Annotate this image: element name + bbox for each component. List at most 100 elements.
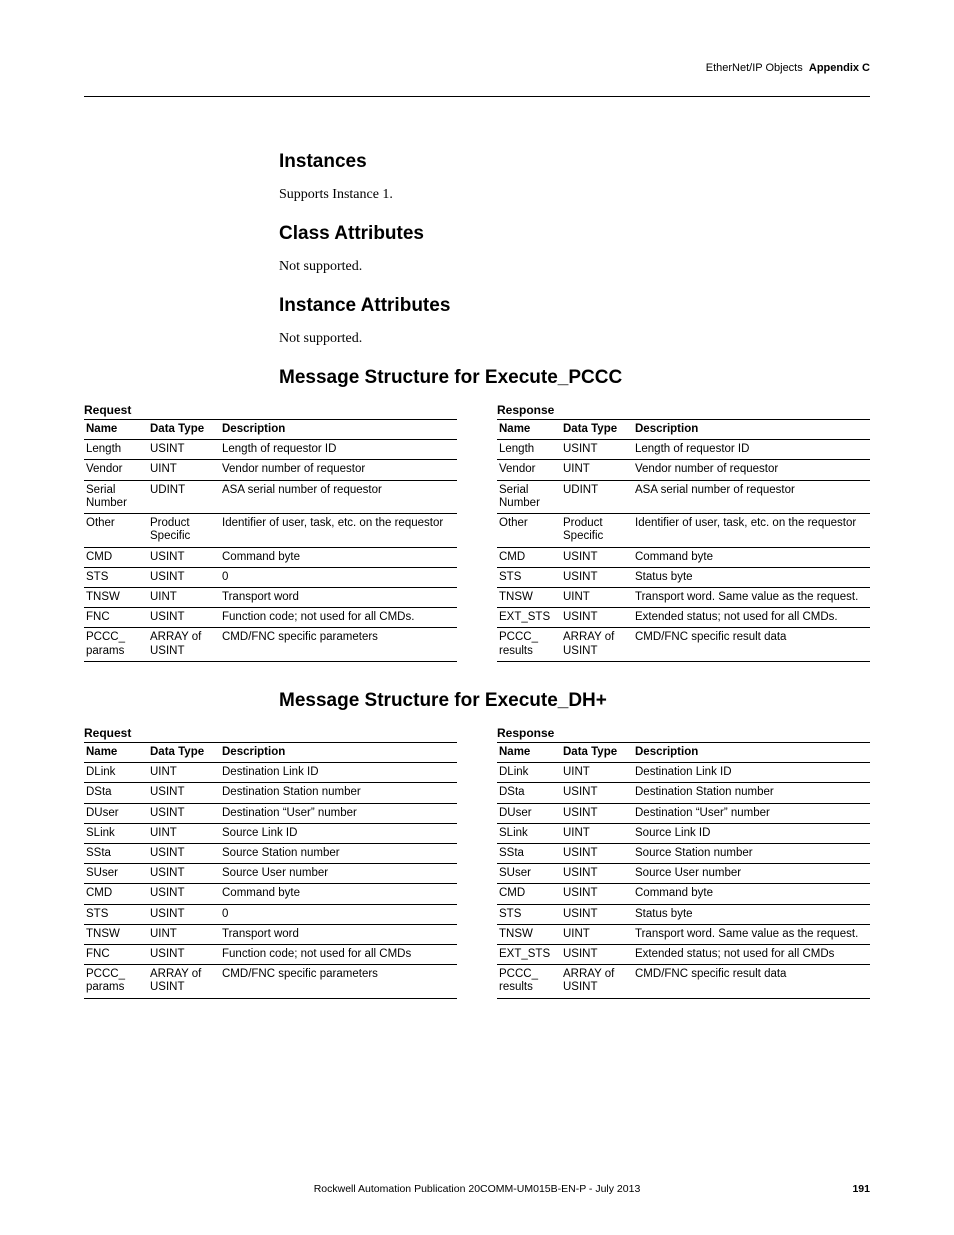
footer: Rockwell Automation Publication 20COMM-U… (84, 1183, 870, 1195)
th-name: Name (84, 742, 148, 762)
heading-instance-attributes: Instance Attributes (279, 295, 870, 317)
table-cell: Source User number (220, 864, 457, 884)
table-cell: Product Specific (148, 514, 220, 547)
table-cell: Destination “User” number (220, 803, 457, 823)
table-cell: DUser (497, 803, 561, 823)
table-row: FNCUSINTFunction code; not used for all … (84, 608, 457, 628)
table-cell: USINT (148, 843, 220, 863)
table-cell: Vendor (84, 460, 148, 480)
table-cell: SLink (84, 823, 148, 843)
table-cell: ASA serial number of requestor (220, 480, 457, 513)
table-cell: Destination Link ID (220, 763, 457, 783)
table-cell: SSta (497, 843, 561, 863)
table-cell: CMD/FNC specific result data (633, 965, 870, 998)
table-cell: PCCC_ results (497, 628, 561, 661)
running-header: EtherNet/IP Objects Appendix C (84, 62, 870, 74)
table-cell: USINT (561, 843, 633, 863)
heading-msg-dh: Message Structure for Execute_DH+ (279, 690, 870, 712)
table-cell: UINT (561, 587, 633, 607)
table-cell: SLink (497, 823, 561, 843)
table-cell: ARRAY of USINT (561, 628, 633, 661)
table-cell: DUser (84, 803, 148, 823)
table-cell: Destination Station number (633, 783, 870, 803)
table-row: FNCUSINTFunction code; not used for all … (84, 945, 457, 965)
table-row: LengthUSINTLength of requestor ID (497, 440, 870, 460)
th-datatype: Data Type (148, 420, 220, 440)
th-name: Name (497, 742, 561, 762)
table-cell: UINT (148, 587, 220, 607)
table-cell: UINT (148, 460, 220, 480)
table-cell: CMD (497, 547, 561, 567)
table-cell: 0 (220, 904, 457, 924)
table-cell: Vendor number of requestor (633, 460, 870, 480)
table-row: SStaUSINTSource Station number (497, 843, 870, 863)
table-cell: FNC (84, 608, 148, 628)
table-cell: USINT (561, 904, 633, 924)
table-row: SStaUSINTSource Station number (84, 843, 457, 863)
table-cell: Vendor number of requestor (220, 460, 457, 480)
table-cell: STS (497, 904, 561, 924)
table-cell: Serial Number (497, 480, 561, 513)
table-cell: Status byte (633, 567, 870, 587)
th-name: Name (497, 420, 561, 440)
table-row: CMDUSINTCommand byte (84, 884, 457, 904)
table-cell: UDINT (148, 480, 220, 513)
table-cell: ARRAY of USINT (561, 965, 633, 998)
table-cell: CMD/FNC specific parameters (220, 628, 457, 661)
header-rule (84, 96, 870, 97)
th-description: Description (220, 420, 457, 440)
body-instances: Supports Instance 1. (279, 187, 870, 203)
table-cell: EXT_STS (497, 945, 561, 965)
table-cell: DSta (497, 783, 561, 803)
table-cell: Command byte (220, 547, 457, 567)
table-cell: USINT (561, 783, 633, 803)
pccc-response-title: Response (497, 403, 870, 419)
table-row: DLinkUINTDestination Link ID (497, 763, 870, 783)
table-cell: Source User number (633, 864, 870, 884)
table-row: CMDUSINTCommand byte (84, 547, 457, 567)
table-cell: UINT (148, 763, 220, 783)
table-cell: FNC (84, 945, 148, 965)
table-row: STSUSINTStatus byte (497, 567, 870, 587)
table-cell: USINT (148, 783, 220, 803)
table-cell: Other (84, 514, 148, 547)
table-row: TNSWUINTTransport word. Same value as th… (497, 924, 870, 944)
table-cell: Function code; not used for all CMDs (220, 945, 457, 965)
table-cell: USINT (561, 547, 633, 567)
table-cell: Destination Link ID (633, 763, 870, 783)
table-row: PCCC_ paramsARRAY of USINTCMD/FNC specif… (84, 965, 457, 998)
table-cell: USINT (561, 608, 633, 628)
table-row: VendorUINTVendor number of requestor (497, 460, 870, 480)
heading-msg-pccc: Message Structure for Execute_PCCC (279, 367, 870, 389)
pccc-request-title: Request (84, 403, 457, 419)
table-row: DStaUSINTDestination Station number (84, 783, 457, 803)
table-row: CMDUSINTCommand byte (497, 547, 870, 567)
table-row: DUserUSINTDestination “User” number (84, 803, 457, 823)
table-row: OtherProduct SpecificIdentifier of user,… (497, 514, 870, 547)
table-cell: USINT (561, 440, 633, 460)
table-cell: DSta (84, 783, 148, 803)
table-cell: Destination “User” number (633, 803, 870, 823)
table-cell: CMD/FNC specific result data (633, 628, 870, 661)
table-cell: USINT (148, 803, 220, 823)
table-row: DLinkUINTDestination Link ID (84, 763, 457, 783)
table-cell: STS (84, 904, 148, 924)
table-cell: EXT_STS (497, 608, 561, 628)
table-cell: SSta (84, 843, 148, 863)
th-description: Description (633, 420, 870, 440)
table-cell: ASA serial number of requestor (633, 480, 870, 513)
table-cell: TNSW (84, 924, 148, 944)
table-row: LengthUSINTLength of requestor ID (84, 440, 457, 460)
table-cell: PCCC_ results (497, 965, 561, 998)
table-cell: TNSW (84, 587, 148, 607)
dh-response-title: Response (497, 726, 870, 742)
table-cell: Source Link ID (220, 823, 457, 843)
th-datatype: Data Type (148, 742, 220, 762)
table-cell: Transport word (220, 587, 457, 607)
table-cell: ARRAY of USINT (148, 628, 220, 661)
pccc-response-table: Name Data Type Description LengthUSINTLe… (497, 419, 870, 662)
dh-response-table: Name Data Type Description DLinkUINTDest… (497, 742, 870, 999)
table-row: SLinkUINTSource Link ID (497, 823, 870, 843)
table-cell: PCCC_ params (84, 628, 148, 661)
table-cell: UINT (561, 460, 633, 480)
